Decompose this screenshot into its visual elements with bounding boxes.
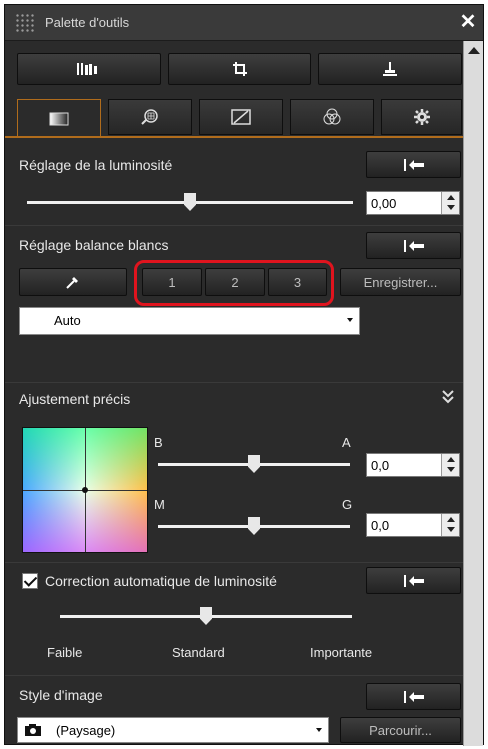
divider [5,675,463,676]
zoom-grid-tab-icon [141,109,158,125]
auto-brightness-label: Correction automatique de luminosité [45,573,277,589]
preset-highlight-box [134,260,334,306]
mg-slider-thumb[interactable] [248,517,260,535]
browse-label: Parcourir... [369,722,432,738]
tab-zoom[interactable] [108,99,192,135]
reset-icon [403,690,424,703]
g-label: G [342,497,353,512]
white-balance-reset-button[interactable] [366,232,461,259]
eyedropper-button[interactable] [19,268,127,296]
close-icon[interactable]: ✕ [457,11,479,33]
title-bar[interactable]: Palette d'outils ✕ [5,5,483,41]
reset-icon [403,239,424,252]
tab-tone-curve[interactable] [199,99,283,135]
divider [5,562,463,563]
picture-style-select[interactable]: (Paysage) [17,717,329,743]
brightness-value: 0,00 [371,196,397,211]
color-balance-grid[interactable] [22,427,148,553]
auto-brightness-reset-button[interactable] [366,567,461,594]
gear-icon [413,109,430,125]
auto-brightness-slider-thumb[interactable] [200,607,212,625]
level-high-label: Importante [310,645,373,660]
tab-color[interactable] [290,99,374,135]
white-balance-select[interactable]: Auto [19,307,360,335]
picture-style-reset-button[interactable] [366,683,461,710]
fine-adjust-label: Ajustement précis [19,391,131,407]
brightness-tab-icon [49,112,69,125]
a-label: A [342,435,351,450]
color-circles-tab-icon [323,108,341,125]
chevron-down-icon[interactable] [310,718,328,742]
register-label: Enregistrer... [363,274,438,290]
stamp-button[interactable] [318,53,462,85]
reset-icon [403,574,424,587]
level-low-label: Faible [47,645,83,660]
brightness-value-field[interactable]: 0,00 [366,191,460,215]
camera-icon [24,723,42,740]
window-title: Palette d'outils [45,15,130,30]
ba-spinner[interactable] [441,454,459,476]
brightness-slider-thumb[interactable] [184,193,196,211]
brightness-reset-button[interactable] [366,151,461,178]
tool-palette-window: Palette d'outils ✕ Réglage de la luminos… [4,4,484,746]
browse-button[interactable]: Parcourir... [340,717,461,743]
level-standard-label: Standard [172,645,225,660]
ba-slider-thumb[interactable] [248,455,260,473]
crop-icon [232,62,247,76]
auto-brightness-checkbox[interactable] [22,573,38,589]
chevron-down-icon[interactable] [341,308,359,334]
reset-icon [403,158,424,171]
picture-style-label: Style d'image [19,687,103,703]
white-balance-label: Réglage balance blancs [19,237,169,253]
brightness-label: Réglage de la luminosité [19,157,173,173]
brightness-spinner[interactable] [441,192,459,214]
scroll-up-icon[interactable] [468,47,480,54]
tone-curve-tab-icon [231,109,251,125]
stamp-icon [383,62,397,76]
tab-underline [5,136,463,138]
register-button[interactable]: Enregistrer... [340,268,461,296]
m-label: M [154,497,165,512]
mg-value: 0,0 [371,518,390,533]
tab-settings[interactable] [381,99,462,135]
tab-brightness[interactable] [17,99,101,137]
collapse-chevron-icon[interactable] [441,389,455,408]
eyedropper-icon [66,277,78,289]
drag-grip-icon[interactable] [15,13,35,33]
picture-style-selected: (Paysage) [56,723,116,738]
mg-spinner[interactable] [441,514,459,536]
histogram-button[interactable] [17,53,161,85]
white-balance-selected: Auto [54,313,81,328]
ba-value: 0,0 [371,458,390,473]
color-balance-point[interactable] [82,487,88,493]
vertical-scrollbar[interactable] [463,41,483,746]
mg-value-field[interactable]: 0,0 [366,513,460,537]
ba-value-field[interactable]: 0,0 [366,453,460,477]
divider [5,225,463,226]
histogram-icon [77,63,97,75]
b-label: B [154,435,163,450]
crop-button[interactable] [168,53,311,85]
divider [5,382,463,383]
